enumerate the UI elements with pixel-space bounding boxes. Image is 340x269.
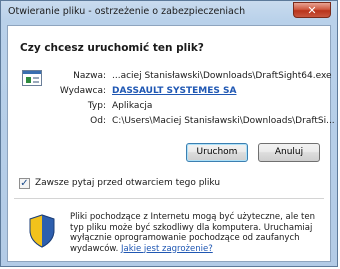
title-bar[interactable]: Otwieranie pliku - ostrzeżenie o zabezpi… [1, 1, 337, 23]
dialog-content: Czy chcesz uruchomić ten plik? Nazwa: ..… [7, 25, 335, 262]
publisher-link[interactable]: DASSAULT SYSTEMES SA [112, 86, 236, 96]
divider [14, 198, 324, 199]
checkmark-icon: ✓ [20, 178, 29, 189]
name-label: Nazwa: [73, 71, 106, 81]
warning-message: Pliki pochodzące z Internetu mogą być uż… [70, 212, 320, 254]
name-value: ...aciej Stanisławski\Downloads\DraftSig… [112, 71, 332, 81]
run-button[interactable]: Uruchom [186, 143, 248, 162]
risk-info-link[interactable]: Jakie jest zagrożenie? [121, 244, 213, 254]
from-label: Od: [90, 116, 106, 126]
from-value: C:\Users\Maciej Stanisławski\Downloads\D… [112, 116, 335, 126]
security-warning-dialog: Otwieranie pliku - ostrzeżenie o zabezpi… [0, 0, 338, 267]
publisher-label: Wydawca: [59, 86, 106, 96]
security-shield-icon [29, 214, 55, 248]
dialog-question: Czy chcesz uruchomić ten plik? [20, 42, 204, 54]
cancel-button[interactable]: Anuluj [258, 143, 320, 162]
close-icon: ✕ [307, 4, 317, 17]
type-label: Typ: [87, 101, 106, 111]
type-value: Aplikacja [112, 101, 153, 111]
always-ask-checkbox[interactable]: ✓ [19, 178, 30, 189]
executable-file-icon [22, 70, 42, 86]
always-ask-label[interactable]: Zawsze pytaj przed otwarciem tego pliku [35, 178, 220, 188]
close-button[interactable]: ✕ [293, 2, 331, 18]
window-title: Otwieranie pliku - ostrzeżenie o zabezpi… [8, 6, 246, 17]
